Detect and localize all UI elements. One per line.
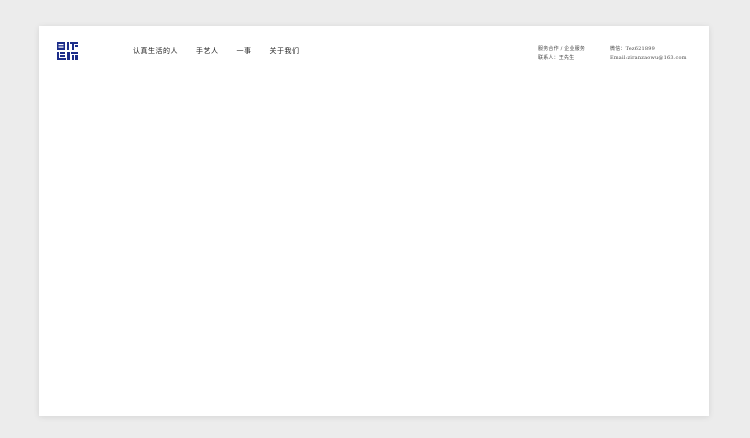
nav-item-one-thing[interactable]: 一事 [237,46,252,56]
logo-mark-icon [57,42,78,60]
main-nav: 认真生活的人 手艺人 一事 关于我们 [133,46,318,56]
contact-person-text: 联系人：王先生 [538,55,575,61]
wechat-text: 微信：Tez621899 [610,46,656,52]
nav-item-craftsmen[interactable]: 手艺人 [196,46,219,56]
contact-info-block: 微信：Tez621899 Email:ziranzaowu@163.com [610,45,687,63]
brand-logo[interactable] [56,41,80,61]
contact-service-block: 服务合作 / 企业服务 联系人：王先生 [538,45,585,63]
page-card: 认真生活的人 手艺人 一事 关于我们 服务合作 / 企业服务 联系人：王先生 微… [39,26,709,416]
nav-item-living-people[interactable]: 认真生活的人 [133,46,178,56]
nav-item-about-us[interactable]: 关于我们 [270,46,300,56]
email-link[interactable]: Email:ziranzaowu@163.com [610,54,687,63]
service-cooperation-text: 服务合作 / 企业服务 [538,46,586,52]
